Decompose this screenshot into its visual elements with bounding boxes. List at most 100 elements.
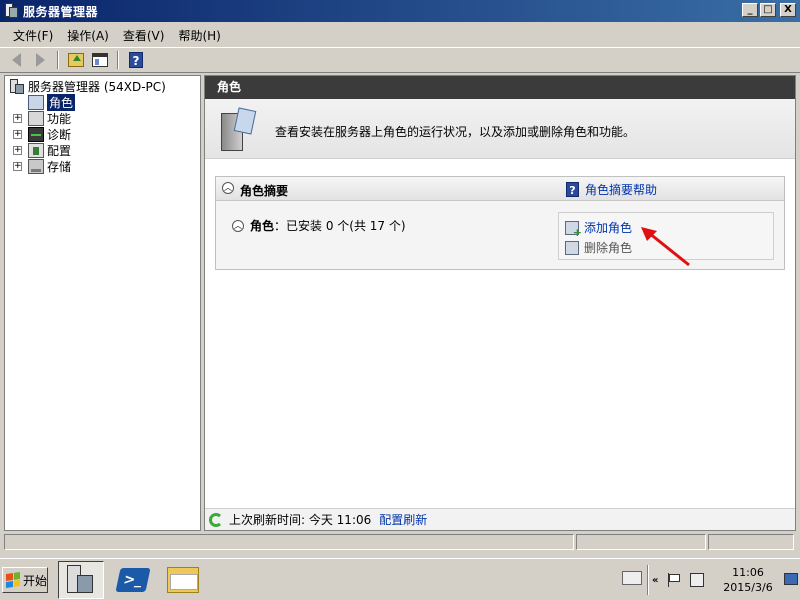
clock-time: 11:06 — [732, 566, 764, 579]
configure-refresh-link[interactable]: 配置刷新 — [379, 511, 427, 528]
start-button[interactable]: 开始 — [2, 567, 48, 593]
up-level-button[interactable] — [66, 50, 86, 70]
menu-help[interactable]: 帮助(H) — [171, 27, 227, 44]
roles-large-icon — [221, 107, 257, 153]
tree-item-label: 功能 — [47, 111, 72, 126]
forward-button[interactable] — [30, 50, 50, 70]
remove-roles-icon — [565, 240, 579, 255]
up-level-icon — [68, 53, 84, 67]
roles-summary-header: ︿ 角色摘要 ? 角色摘要帮助 — [216, 177, 784, 201]
tree-root[interactable]: 服务器管理器 (54XD-PC) — [9, 78, 166, 94]
tree-item-label: 存储 — [47, 159, 72, 174]
remove-roles-label: 删除角色 — [584, 241, 633, 255]
tree-item-label: 配置 — [47, 143, 72, 158]
tree-item-diagnostics[interactable]: + 诊断 — [13, 126, 71, 142]
intro-text: 查看安装在服务器上角色的运行状况，以及添加或删除角色和功能。 — [275, 125, 636, 139]
help-icon: ? — [129, 52, 143, 68]
menu-file[interactable]: 文件(F) — [6, 27, 60, 44]
forward-icon — [35, 53, 45, 67]
maximize-button[interactable]: □ — [760, 3, 776, 17]
notification-area: « — [652, 565, 705, 595]
diagnostics-icon — [28, 126, 44, 142]
close-button[interactable]: X — [780, 3, 796, 17]
help-icon: ? — [566, 182, 579, 197]
roles-summary-help-link[interactable]: ? 角色摘要帮助 — [566, 181, 657, 198]
storage-icon — [28, 158, 44, 174]
help-link-label: 角色摘要帮助 — [585, 183, 658, 197]
start-label: 开始 — [23, 573, 48, 588]
clock-date: 2015/3/6 — [723, 581, 773, 594]
roles-status-line: ︿ 角色 ：已安装 0 个(共 17 个) — [232, 217, 406, 234]
expand-icon[interactable]: + — [13, 113, 22, 123]
tree-item-configuration[interactable]: + 配置 — [13, 142, 71, 158]
roles-summary-section: ︿ 角色摘要 ? 角色摘要帮助 ︿ 角色 ：已安装 0 个(共 17 个) 添加… — [215, 176, 785, 270]
menu-bar: 文件(F) 操作(A) 查看(V) 帮助(H) — [0, 24, 800, 46]
add-roles-icon — [565, 220, 582, 239]
status-panel — [4, 534, 574, 550]
server-manager-window: 服务器管理器 _ □ X 文件(F) 操作(A) 查看(V) 帮助(H) ? 服… — [0, 0, 800, 556]
roles-status: ：已安装 0 个(共 17 个) — [274, 219, 406, 233]
window-title: 服务器管理器 — [23, 4, 99, 19]
roles-summary-title: 角色摘要 — [240, 184, 289, 198]
network-icon[interactable] — [690, 573, 705, 587]
taskbar-server-manager[interactable] — [58, 561, 104, 599]
add-roles-link[interactable]: 添加角色 — [565, 219, 633, 239]
intro-panel: 查看安装在服务器上角色的运行状况，以及添加或删除角色和功能。 — [205, 99, 795, 159]
toolbar: ? — [0, 47, 800, 73]
server-manager-icon — [3, 3, 19, 19]
collapse-icon[interactable]: ︿ — [232, 219, 244, 232]
roles-icon — [28, 94, 44, 110]
back-button[interactable] — [6, 50, 26, 70]
last-refresh-text: 上次刷新时间: 今天 11:06 — [229, 513, 372, 527]
back-icon — [11, 53, 21, 67]
status-panel — [708, 534, 794, 550]
roles-label: 角色 — [250, 219, 275, 233]
show-hide-console-tree-button[interactable] — [90, 50, 110, 70]
server-manager-icon — [67, 565, 95, 595]
taskbar-explorer[interactable] — [160, 561, 206, 599]
tree-item-label: 诊断 — [47, 127, 72, 142]
help-button[interactable]: ? — [126, 50, 146, 70]
taskbar-powershell[interactable]: >_ — [110, 561, 156, 599]
taskbar: 开始 >_ « 11:06 2015/3/6 — [0, 558, 800, 600]
add-roles-label: 添加角色 — [584, 221, 633, 235]
action-center-icon[interactable] — [668, 573, 681, 587]
menu-action[interactable]: 操作(A) — [60, 27, 116, 44]
tree-item-features[interactable]: + 功能 — [13, 110, 71, 126]
tree-root-label: 服务器管理器 (54XD-PC) — [28, 79, 166, 94]
powershell-icon: >_ — [115, 568, 151, 592]
menu-view[interactable]: 查看(V) — [116, 27, 172, 44]
expand-icon[interactable]: + — [13, 161, 22, 171]
expand-icon[interactable]: + — [13, 129, 22, 139]
tree-item-roles[interactable]: 角色 — [28, 93, 76, 111]
remove-roles-link[interactable]: 删除角色 — [565, 239, 632, 256]
keyboard-icon[interactable] — [622, 571, 642, 585]
tree-item-storage[interactable]: + 存储 — [13, 158, 71, 174]
minimize-button[interactable]: _ — [742, 3, 758, 17]
title-bar[interactable]: 服务器管理器 _ □ X — [0, 0, 800, 22]
window-controls: _ □ X — [742, 3, 796, 17]
tree-item-label: 角色 — [47, 93, 76, 111]
content-pane: 角色 查看安装在服务器上角色的运行状况，以及添加或删除角色和功能。 ︿ 角色摘要… — [204, 75, 796, 531]
features-icon — [28, 110, 44, 126]
refresh-status-bar: 上次刷新时间: 今天 11:06 配置刷新 — [205, 508, 795, 530]
show-desktop-icon[interactable] — [784, 573, 798, 585]
console-tree-icon — [92, 53, 108, 67]
refresh-icon — [209, 512, 223, 527]
window-status-bar — [0, 534, 800, 552]
toolbar-separator — [57, 51, 59, 69]
collapse-icon[interactable]: ︿ — [222, 182, 234, 194]
content-header: 角色 — [205, 76, 795, 99]
configuration-icon — [28, 142, 44, 158]
toolbar-separator — [117, 51, 119, 69]
expand-icon[interactable]: + — [13, 145, 22, 155]
folder-icon — [167, 567, 199, 593]
server-icon — [9, 78, 25, 94]
show-hidden-icons-button[interactable]: « — [652, 575, 658, 586]
tray-separator — [647, 565, 649, 595]
status-panel — [576, 534, 706, 550]
console-tree: 服务器管理器 (54XD-PC) 角色 + 功能 + 诊断 + 配置 + 存储 — [4, 75, 201, 531]
windows-logo-icon — [6, 572, 20, 588]
annotation-arrow-icon — [641, 227, 690, 267]
system-clock[interactable]: 11:06 2015/3/6 — [718, 565, 778, 595]
